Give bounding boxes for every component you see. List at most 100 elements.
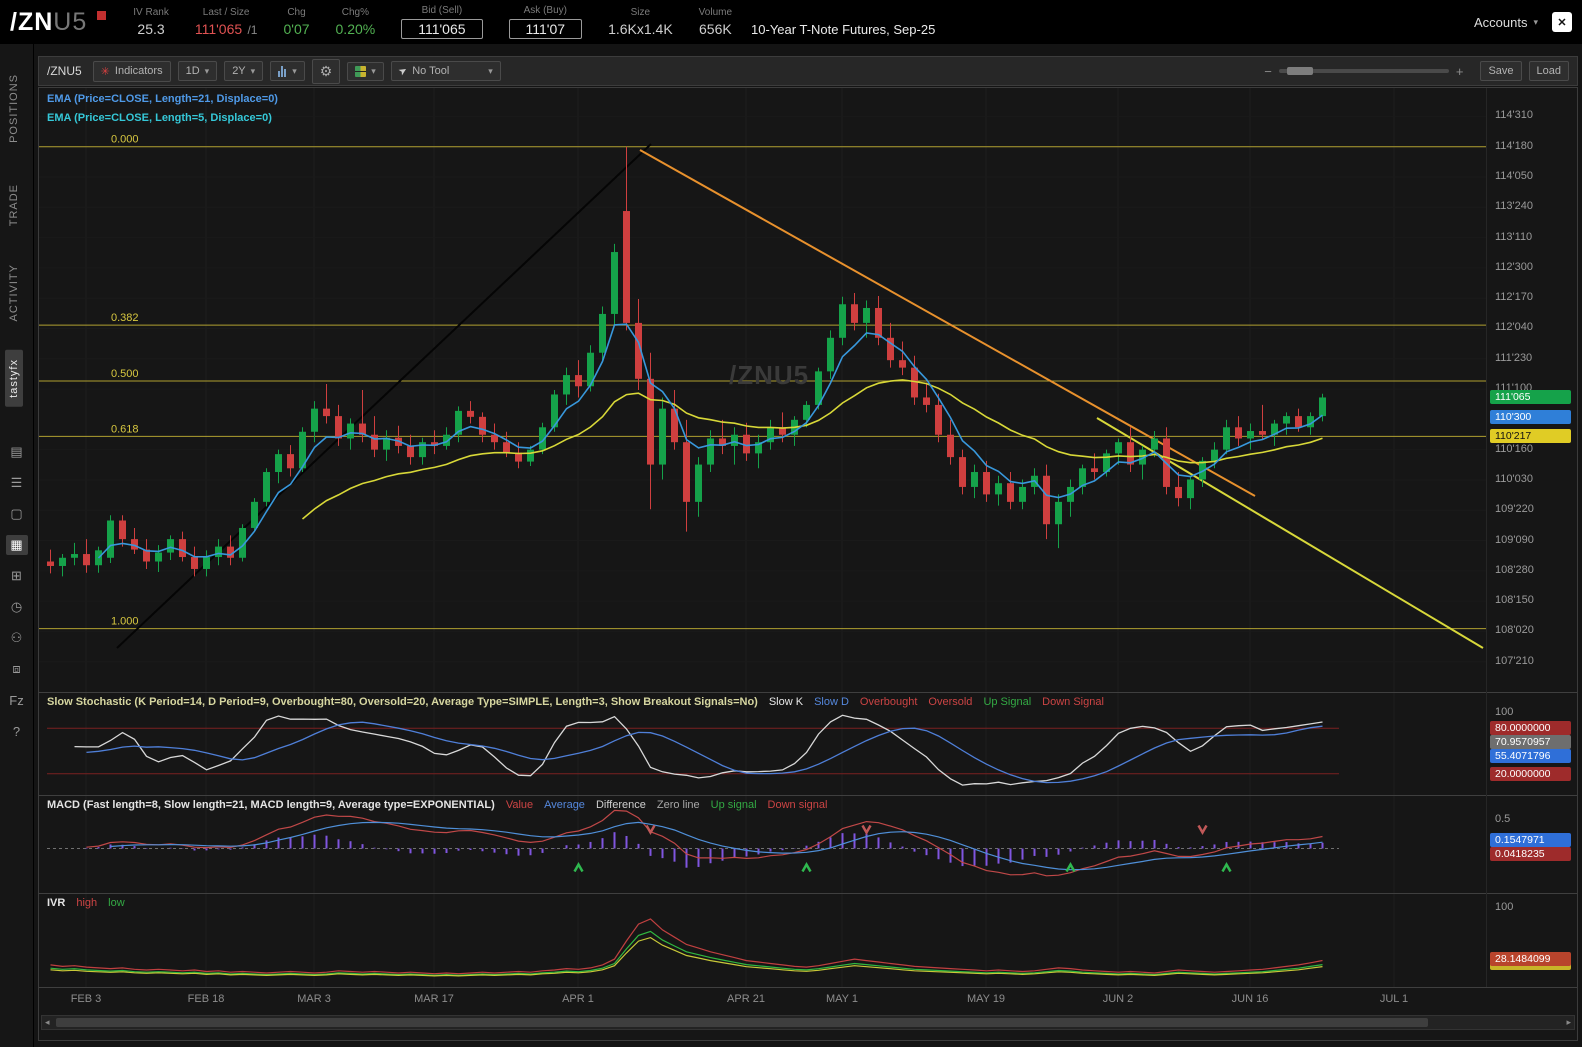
scrollbar-thumb[interactable] — [56, 1018, 1428, 1027]
alert-badge — [97, 11, 106, 20]
field-label: IV Rank — [133, 7, 169, 18]
field-value: 1.6Kx1.4K — [608, 21, 673, 37]
field-value: 25.3 — [137, 21, 164, 37]
axis-label: 111'230 — [1495, 352, 1532, 364]
chart-module: /ZNU5 ✳ Indicators 1D ▾ 2Y ▾ ▾ ⚙ — [34, 44, 1582, 1047]
price-badge: 0.0418235 — [1490, 847, 1571, 861]
price-axis[interactable]: 114'310114'180114'050113'240113'110112'3… — [1486, 88, 1577, 987]
study-labels: EMA (Price=CLOSE, Length=21, Displace=0)… — [47, 93, 278, 131]
zoom-out-icon[interactable]: − — [1264, 64, 1272, 79]
tool-label: No Tool — [412, 65, 449, 77]
accounts-menu[interactable]: Accounts ▾ — [1474, 15, 1538, 30]
time-label-apr-1: APR 1 — [543, 993, 613, 1005]
gear-icon: ⚙ — [320, 63, 333, 80]
sidebar-tab-positions[interactable]: POSITIONS — [8, 74, 20, 143]
field-value: 656K — [699, 21, 732, 37]
field-label: Bid (Sell) — [422, 5, 463, 16]
history-icon[interactable]: ◷ — [6, 597, 28, 617]
legend-item-down-signal: Down Signal — [1042, 696, 1104, 708]
axis-label: 109'220 — [1495, 503, 1534, 515]
zoom-slider[interactable] — [1279, 69, 1449, 73]
time-label-feb-3: FEB 3 — [51, 993, 121, 1005]
zoom-in-icon[interactable]: + — [1456, 64, 1464, 79]
stochastic-pane[interactable]: Slow Stochastic (K Period=14, D Period=9… — [39, 693, 1486, 795]
chart-toolbar: /ZNU5 ✳ Indicators 1D ▾ 2Y ▾ ▾ ⚙ — [38, 56, 1578, 86]
stochastic-canvas[interactable] — [39, 693, 1486, 795]
timeframe-dropdown[interactable]: 1D ▾ — [178, 61, 218, 81]
axis-label: 113'240 — [1495, 200, 1533, 212]
time-label-mar-17: MAR 17 — [399, 993, 469, 1005]
load-label: Load — [1537, 65, 1561, 77]
chart-type-dropdown[interactable]: ▾ — [270, 61, 305, 81]
svg-text:0.618: 0.618 — [111, 423, 139, 435]
header-field-iv-rank: IV Rank 25.3 — [133, 7, 169, 37]
legend-item-slow-d: Slow D — [814, 696, 849, 708]
package-icon[interactable]: ⧈ — [6, 659, 28, 679]
apps-grid-icon[interactable]: ⊞ — [6, 566, 28, 586]
field-label: Last / Size — [203, 7, 250, 18]
price-badge: 110'217 — [1490, 429, 1571, 443]
chevron-down-icon: ▾ — [205, 66, 210, 77]
time-label-may-19: MAY 19 — [951, 993, 1021, 1005]
symbol-root: /ZN — [10, 8, 53, 37]
left-sidebar: POSITIONS TRADE ACTIVITY tastyfx ▤ ☰ ▢ ▦ ⊞ ◷ ⚇ ⧈ Fz? — [0, 44, 34, 1047]
price-badge: 28.1484099 — [1490, 952, 1571, 966]
panel-title: IVR — [47, 897, 65, 909]
field-value: 0.20% — [336, 21, 376, 37]
ivr-canvas[interactable] — [39, 894, 1486, 987]
save-button[interactable]: Save — [1480, 61, 1521, 81]
timeframe-value: 1D — [186, 65, 200, 77]
indicators-icon: ✳ — [101, 65, 110, 78]
sidebar-tab-trade[interactable]: TRADE — [8, 184, 20, 226]
range-dropdown[interactable]: 2Y ▾ — [224, 61, 263, 81]
axis-label: 110'160 — [1495, 443, 1533, 455]
time-label-mar-3: MAR 3 — [279, 993, 349, 1005]
chart-settings-button[interactable]: ⚙ — [312, 59, 341, 84]
field-value[interactable]: 111'065 — [401, 19, 482, 39]
price-pane[interactable]: 0.0000.3820.5000.6181.000 EMA (Price=CLO… — [39, 88, 1486, 692]
header-field-ask-buy: Ask (Buy)111'07 — [509, 5, 583, 39]
price-badge: 80.0000000 — [1490, 721, 1571, 735]
load-button[interactable]: Load — [1529, 61, 1569, 81]
orders-icon[interactable]: ▢ — [6, 504, 28, 524]
legend-item-up-signal: Up signal — [711, 799, 757, 811]
chevron-down-icon: ▾ — [292, 66, 297, 77]
header-field-size: Size1.6Kx1.4K — [608, 7, 673, 37]
chart-icon[interactable]: ▦ — [6, 535, 28, 555]
ivr-pane[interactable]: IVRhighlow — [39, 894, 1486, 987]
axis-label: 108'150 — [1495, 594, 1534, 606]
zoom-slider-handle[interactable] — [1287, 67, 1313, 75]
chart-type-icon — [278, 65, 287, 77]
fx-icon[interactable]: Fz — [6, 690, 28, 710]
help-icon[interactable]: ? — [6, 721, 28, 741]
chart-area: 0.0000.3820.5000.6181.000 EMA (Price=CLO… — [38, 87, 1578, 1041]
macd-pane[interactable]: MACD (Fast length=8, Slow length=21, MAC… — [39, 796, 1486, 893]
drawing-tool-dropdown[interactable]: ➤ No Tool ▾ — [391, 61, 501, 81]
watchlist-icon[interactable]: ☰ — [6, 473, 28, 493]
indicators-label: Indicators — [115, 65, 163, 77]
sidebar-tab-activity[interactable]: ACTIVITY — [8, 264, 20, 322]
scroll-left-icon[interactable]: ◂ — [45, 1017, 50, 1028]
chevron-down-icon: ▾ — [1533, 17, 1538, 28]
journal-icon[interactable]: ▤ — [6, 442, 28, 462]
chart-scrollbar[interactable]: ◂ ▸ — [41, 1015, 1575, 1030]
axis-label: 108'020 — [1495, 624, 1534, 636]
legend-item-value: Value — [506, 799, 533, 811]
time-label-apr-21: APR 21 — [711, 993, 781, 1005]
app-icon[interactable]: ✕ — [1552, 12, 1572, 32]
field-value[interactable]: 111'07 — [509, 19, 583, 39]
time-label-jun-16: JUN 16 — [1215, 993, 1285, 1005]
grid-layout-dropdown[interactable]: ▾ — [347, 62, 384, 81]
axis-label: 110'030 — [1495, 473, 1533, 485]
header-field-bid-sell: Bid (Sell) 111'065 — [401, 5, 482, 39]
axis-label: 113'110 — [1495, 231, 1532, 243]
price-badge: 20.0000000 — [1490, 767, 1571, 781]
price-badge: 55.4071796 — [1490, 749, 1571, 763]
symbol-title: /ZN U5 — [10, 8, 87, 37]
sidebar-tab-tastyfx[interactable]: tastyfx — [5, 350, 23, 407]
scroll-right-icon[interactable]: ▸ — [1566, 1017, 1571, 1028]
indicators-button[interactable]: ✳ Indicators — [93, 61, 171, 82]
legend-item-down-signal: Down signal — [768, 799, 828, 811]
time-axis[interactable]: FEB 3FEB 18MAR 3MAR 17APR 1APR 21MAY 1MA… — [39, 988, 1486, 1011]
social-icon[interactable]: ⚇ — [6, 628, 28, 648]
